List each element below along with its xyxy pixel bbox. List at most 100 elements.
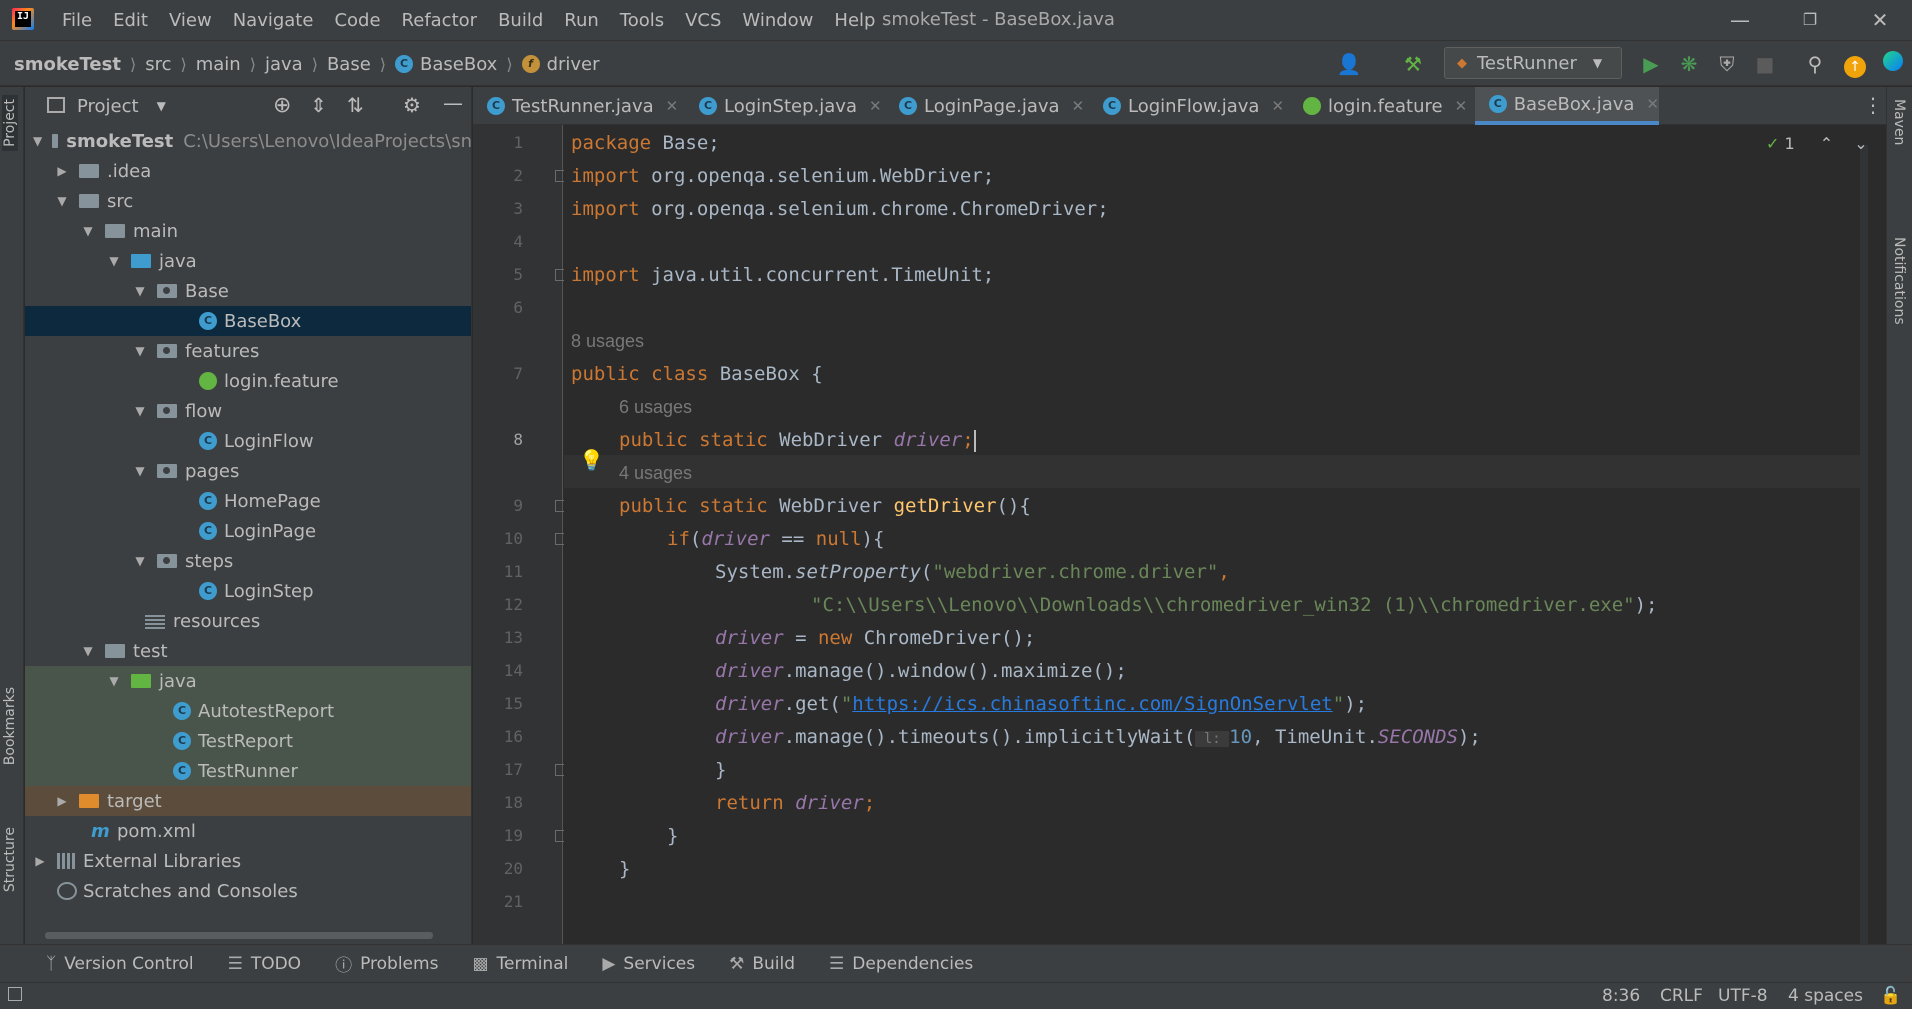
menu-edit[interactable]: Edit	[113, 10, 148, 31]
tab-loginstep[interactable]: C LoginStep.java ✕	[685, 87, 882, 125]
tree-row-base[interactable]: ▼ Base	[25, 276, 471, 306]
menu-help[interactable]: Help	[834, 10, 875, 31]
tool-todo[interactable]: ☰ TODO	[228, 954, 302, 974]
expand-all-icon[interactable]: ⇕	[310, 93, 327, 117]
coverage-icon[interactable]: ⛨	[1714, 51, 1740, 77]
menu-code[interactable]: Code	[334, 10, 380, 31]
tree-row-resources[interactable]: resources	[25, 606, 471, 636]
tab-loginflow[interactable]: C LoginFlow.java ✕	[1089, 87, 1284, 125]
usages-hint[interactable]: 6 usages	[619, 397, 692, 418]
project-panel-title[interactable]: Project	[77, 96, 139, 117]
close-icon[interactable]: ✕	[1455, 97, 1468, 115]
tree-row-java[interactable]: ▼ java	[25, 246, 471, 276]
restore-icon[interactable]: ❐	[1796, 6, 1824, 34]
close-icon[interactable]: ✕	[869, 97, 882, 115]
close-icon[interactable]: ✕	[1072, 97, 1085, 115]
code-editor[interactable]: 💡 package Base; import org.openqa.seleni…	[564, 125, 1868, 944]
line-separator[interactable]: CRLF	[1660, 986, 1703, 1006]
close-icon[interactable]: ✕	[1866, 6, 1894, 34]
tool-tab-bookmarks[interactable]: Bookmarks	[2, 687, 18, 765]
tool-build[interactable]: ⚒ Build	[729, 954, 795, 974]
tab-loginpage[interactable]: C LoginPage.java ✕	[885, 87, 1084, 125]
tree-row-scratches[interactable]: Scratches and Consoles	[25, 876, 471, 906]
tree-row-idea[interactable]: ▶ .idea	[25, 156, 471, 186]
tree-row-autotestreport[interactable]: C AutotestReport	[25, 696, 471, 726]
tree-row-test-java[interactable]: ▼ java	[25, 666, 471, 696]
breadcrumb-class[interactable]: C BaseBox	[395, 54, 497, 75]
caret-position[interactable]: 8:36	[1602, 986, 1640, 1006]
debug-icon[interactable]: ❋	[1676, 51, 1702, 77]
tree-row-external-libraries[interactable]: ▶ External Libraries	[25, 846, 471, 876]
close-icon[interactable]: ✕	[1646, 95, 1659, 113]
tab-login-feature[interactable]: login.feature ✕	[1289, 87, 1467, 125]
indent-setting[interactable]: 4 spaces	[1788, 986, 1863, 1006]
tree-row-basebox[interactable]: C BaseBox	[25, 306, 471, 336]
tool-tab-notifications[interactable]: Notifications	[1891, 237, 1907, 325]
tree-row-src[interactable]: ▼ src	[25, 186, 471, 216]
breadcrumb-base[interactable]: Base	[327, 54, 371, 75]
locate-icon[interactable]: ⊕	[273, 93, 291, 118]
breadcrumb-field[interactable]: f driver	[521, 54, 600, 75]
lightbulb-icon[interactable]: 💡	[579, 448, 604, 472]
tree-row-main[interactable]: ▼ main	[25, 216, 471, 246]
tree-row-pages[interactable]: ▼ pages	[25, 456, 471, 486]
chevron-up-icon[interactable]: ⌃	[1820, 134, 1833, 153]
tool-tab-project[interactable]: Project	[2, 95, 18, 151]
tool-problems[interactable]: ⓘ Problems	[335, 951, 438, 977]
tool-terminal[interactable]: ▩ Terminal	[472, 954, 568, 974]
menu-navigate[interactable]: Navigate	[233, 10, 314, 31]
account-icon[interactable]: 👤	[1336, 51, 1362, 77]
tree-row-root[interactable]: ▼ smokeTest C:\Users\Lenovo\IdeaProjects…	[25, 126, 471, 156]
vertical-scrollbar[interactable]	[1860, 145, 1868, 944]
menu-vcs[interactable]: VCS	[685, 10, 721, 31]
gear-icon[interactable]: ⚙	[403, 93, 421, 117]
tree-row-loginpage[interactable]: C LoginPage	[25, 516, 471, 546]
breadcrumb-main[interactable]: main	[196, 54, 241, 75]
breadcrumb-java[interactable]: java	[265, 54, 303, 75]
menu-file[interactable]: File	[62, 10, 92, 31]
chevron-down-icon[interactable]: ▼	[157, 99, 166, 113]
tree-row-loginstep[interactable]: C LoginStep	[25, 576, 471, 606]
url-link[interactable]: https://ics.chinasoftinc.com/SignOnServl…	[852, 693, 1332, 715]
collapse-all-icon[interactable]: ⇅	[347, 93, 364, 117]
minimize-icon[interactable]: —	[1726, 6, 1754, 34]
tree-row-loginflow[interactable]: C LoginFlow	[25, 426, 471, 456]
menu-refactor[interactable]: Refactor	[402, 10, 478, 31]
menu-view[interactable]: View	[169, 10, 212, 31]
build-hammer-icon[interactable]: ⚒	[1400, 51, 1426, 77]
tree-row-login-feature[interactable]: login.feature	[25, 366, 471, 396]
tree-row-pom[interactable]: m pom.xml	[25, 816, 471, 846]
plugin-icon[interactable]	[1880, 51, 1906, 77]
tool-services[interactable]: ▶ Services	[602, 954, 695, 974]
tool-tab-structure[interactable]: Structure	[2, 827, 18, 892]
tab-basebox[interactable]: C BaseBox.java ✕	[1475, 87, 1659, 125]
tree-row-target[interactable]: ▶ target	[25, 786, 471, 816]
tree-row-testrunner[interactable]: C TestRunner	[25, 756, 471, 786]
tab-testrunner[interactable]: C TestRunner.java ✕	[473, 87, 678, 125]
usages-hint[interactable]: 8 usages	[571, 331, 644, 352]
tree-row-homepage[interactable]: C HomePage	[25, 486, 471, 516]
tree-row-test[interactable]: ▼ test	[25, 636, 471, 666]
more-tabs-icon[interactable]: ⋮	[1863, 93, 1883, 117]
update-icon[interactable]: ↑	[1842, 51, 1868, 78]
menu-window[interactable]: Window	[742, 10, 813, 31]
tool-dependencies[interactable]: ☰ Dependencies	[829, 954, 973, 974]
breadcrumb-project[interactable]: smokeTest	[14, 54, 121, 75]
menu-tools[interactable]: Tools	[620, 10, 664, 31]
chevron-down-icon[interactable]: ⌄	[1854, 134, 1867, 153]
run-configuration-select[interactable]: ◆ TestRunner ▼	[1444, 47, 1622, 79]
file-encoding[interactable]: UTF-8	[1718, 986, 1768, 1006]
close-icon[interactable]: ✕	[666, 97, 679, 115]
tool-tab-maven[interactable]: Maven	[1891, 99, 1907, 145]
tool-version-control[interactable]: ᛉ Version Control	[46, 954, 194, 974]
menu-build[interactable]: Build	[498, 10, 543, 31]
tree-row-flow[interactable]: ▼ flow	[25, 396, 471, 426]
tree-row-steps[interactable]: ▼ steps	[25, 546, 471, 576]
tree-row-testreport[interactable]: C TestReport	[25, 726, 471, 756]
search-icon[interactable]: ⚲	[1802, 51, 1828, 77]
lock-icon[interactable]: 🔓	[1880, 986, 1901, 1006]
run-icon[interactable]: ▶	[1638, 51, 1664, 77]
toggle-panels-icon[interactable]	[8, 987, 22, 1001]
usages-hint[interactable]: 4 usages	[619, 463, 692, 484]
inspection-widget[interactable]: ✓ 1 ⌃ ⌄	[1766, 134, 1868, 153]
